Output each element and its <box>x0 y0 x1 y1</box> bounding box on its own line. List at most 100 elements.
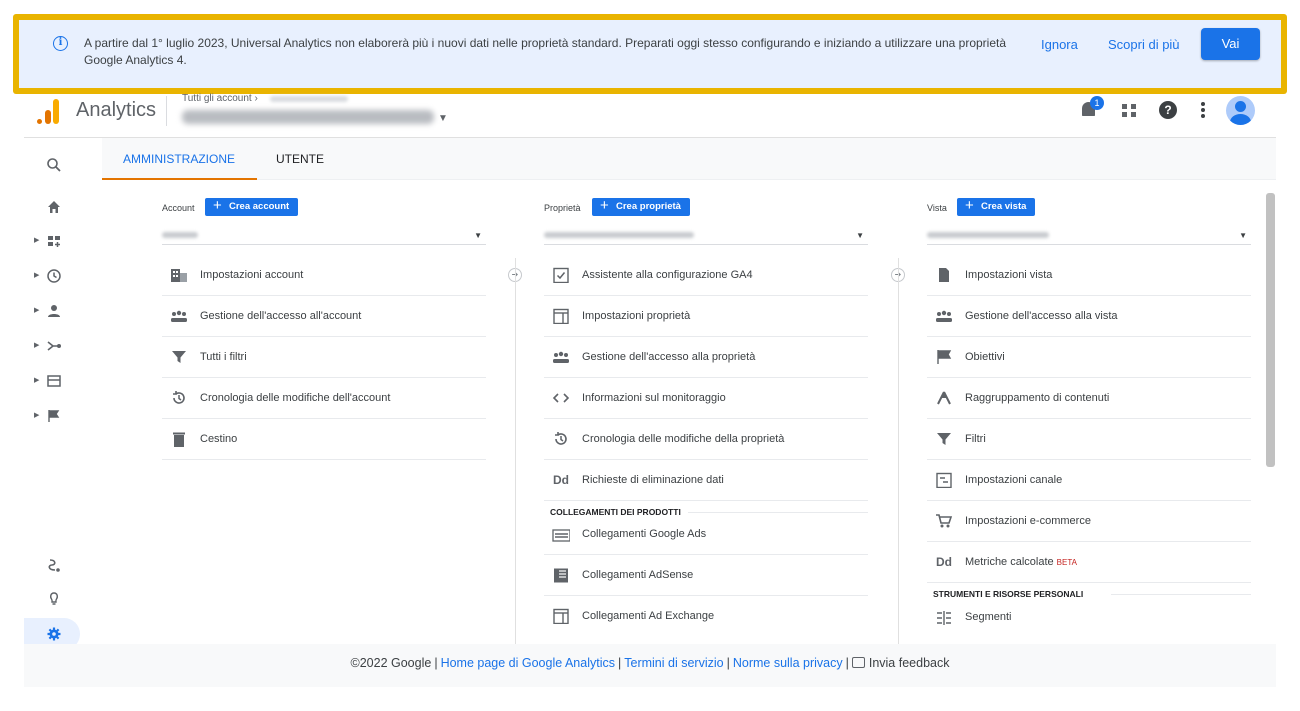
more-vert-icon[interactable] <box>1199 98 1207 122</box>
column-divider <box>515 258 516 644</box>
item-label: Impostazioni proprietà <box>582 310 691 322</box>
create-view-button[interactable]: + Crea vista <box>957 197 1036 216</box>
terms-link[interactable]: Termini di servizio <box>624 656 723 670</box>
filter-icon <box>170 349 188 365</box>
left-navigation: ▶ ▶ ▶ ▶ ▶ ▶ <box>24 138 82 687</box>
list-item[interactable]: Dd Richieste di eliminazione dati <box>544 460 868 501</box>
breadcrumb-account-blurred[interactable] <box>270 96 348 102</box>
item-label: Filtri <box>965 433 986 445</box>
go-button[interactable]: Vai <box>1201 28 1260 60</box>
item-label: Metriche calcolate BETA <box>965 556 1077 568</box>
behavior-nav[interactable]: ▶ <box>24 368 82 394</box>
breadcrumb[interactable]: Tutti gli account › <box>182 93 258 104</box>
list-item[interactable]: Impostazioni proprietà <box>544 296 868 337</box>
learn-more-link[interactable]: Scopri di più <box>1108 37 1180 52</box>
analytics-logo[interactable] <box>37 96 61 124</box>
plus-icon: + <box>965 197 974 214</box>
list-item[interactable]: Gestione dell'accesso alla vista <box>927 296 1251 337</box>
help-icon[interactable]: ? <box>1159 98 1177 122</box>
feedback-link[interactable]: Invia feedback <box>869 656 950 670</box>
list-item[interactable]: Obiettivi <box>927 337 1251 378</box>
list-item[interactable]: Impostazioni account <box>162 255 486 296</box>
item-label: Collegamenti AdSense <box>582 569 694 581</box>
property-name-blurred <box>544 232 694 238</box>
create-account-label: Crea account <box>229 201 290 212</box>
list-item[interactable]: Dd Metriche calcolate BETA <box>927 542 1251 583</box>
dashboard-icon <box>48 236 60 247</box>
list-item[interactable]: Informazioni sul monitoraggio <box>544 378 868 419</box>
property-selector-blurred[interactable] <box>182 110 434 124</box>
list-item[interactable]: Tutti i filtri <box>162 337 486 378</box>
audience-nav[interactable]: ▶ <box>24 298 82 324</box>
create-property-button[interactable]: + Crea proprietà <box>592 197 690 216</box>
conversions-nav[interactable]: ▶ <box>24 403 82 429</box>
list-item[interactable]: Collegamenti Ad Exchange <box>544 596 868 637</box>
home-link[interactable]: Home page di Google Analytics <box>441 656 615 670</box>
list-item[interactable]: Impostazioni canale <box>927 460 1251 501</box>
apps-grid-icon[interactable] <box>1122 98 1138 122</box>
privacy-link[interactable]: Norme sulla privacy <box>733 656 843 670</box>
list-item[interactable]: Impostazioni vista <box>927 255 1251 296</box>
gear-icon <box>47 627 61 641</box>
search-nav[interactable] <box>24 152 82 178</box>
ignore-link[interactable]: Ignora <box>1041 37 1078 52</box>
account-selector[interactable]: ▼ <box>162 225 486 245</box>
column-divider <box>898 258 899 644</box>
property-selector[interactable]: ▼ <box>544 225 868 245</box>
notifications-bell-icon[interactable]: 1 <box>1079 96 1104 122</box>
list-item[interactable]: Assistente alla configurazione GA4 <box>544 255 868 296</box>
discover-nav[interactable] <box>24 586 82 612</box>
view-selector[interactable]: ▼ <box>927 225 1251 245</box>
caret-down-icon[interactable]: ▼ <box>438 113 448 124</box>
acquisition-nav[interactable]: ▶ <box>24 333 82 359</box>
cart-icon <box>935 513 953 529</box>
calculated-metrics-icon: Dd <box>936 555 952 569</box>
clock-icon <box>47 269 61 283</box>
attribution-nav[interactable] <box>24 552 82 578</box>
list-item[interactable]: Collegamenti AdSense <box>544 555 868 596</box>
adsense-icon <box>552 567 570 583</box>
notification-badge: 1 <box>1090 96 1104 110</box>
segments-icon <box>935 610 953 626</box>
item-label: Impostazioni e-commerce <box>965 515 1091 527</box>
property-settings-icon <box>552 308 570 325</box>
item-label: Informazioni sul monitoraggio <box>582 392 726 404</box>
item-label: Obiettivi <box>965 351 1005 363</box>
acquisition-icon <box>47 341 61 351</box>
view-name-blurred <box>927 232 1049 238</box>
ga4-migration-banner: i A partire dal 1° luglio 2023, Universa… <box>19 20 1281 88</box>
history-icon <box>552 431 570 447</box>
lightbulb-icon <box>50 592 58 605</box>
list-item[interactable]: Collegamenti Google Ads <box>544 521 868 555</box>
list-item[interactable]: Gestione dell'accesso all'account <box>162 296 486 337</box>
list-item[interactable]: Cestino <box>162 419 486 460</box>
info-icon: i <box>53 36 68 51</box>
list-item[interactable]: Impostazioni e-commerce <box>927 501 1251 542</box>
item-label: Cronologia delle modifiche della proprie… <box>582 433 785 445</box>
customization-nav[interactable]: ▶ <box>24 228 82 254</box>
list-item[interactable]: Filtri <box>927 419 1251 460</box>
people-icon <box>170 308 188 324</box>
copyright: ©2022 Google <box>350 656 432 670</box>
header-divider <box>166 96 167 126</box>
scrollbar[interactable] <box>1266 193 1275 467</box>
caret-down-icon: ▼ <box>474 231 482 240</box>
tab-admin[interactable]: AMMINISTRAZIONE <box>123 152 235 166</box>
account-column-label: Account <box>162 203 195 213</box>
list-item[interactable]: Gestione dell'accesso alla proprietà <box>544 337 868 378</box>
create-account-button[interactable]: + Crea account <box>205 197 299 216</box>
attribution-icon <box>48 559 60 572</box>
avatar[interactable] <box>1226 96 1255 125</box>
list-item[interactable]: Raggruppamento di contenuti <box>927 378 1251 419</box>
realtime-nav[interactable]: ▶ <box>24 263 82 289</box>
home-nav[interactable] <box>24 194 82 220</box>
view-column-label: Vista <box>927 203 947 213</box>
item-label: Tutti i filtri <box>200 351 247 363</box>
list-item[interactable]: Cronologia delle modifiche della proprie… <box>544 419 868 460</box>
item-label: Collegamenti Ad Exchange <box>582 610 715 622</box>
item-label: Impostazioni vista <box>965 269 1053 281</box>
list-item[interactable]: Segmenti <box>927 603 1251 637</box>
list-item[interactable]: Cronologia delle modifiche dell'account <box>162 378 486 419</box>
section-title: COLLEGAMENTI DEI PRODOTTI <box>550 507 681 517</box>
tab-user[interactable]: UTENTE <box>276 152 324 166</box>
